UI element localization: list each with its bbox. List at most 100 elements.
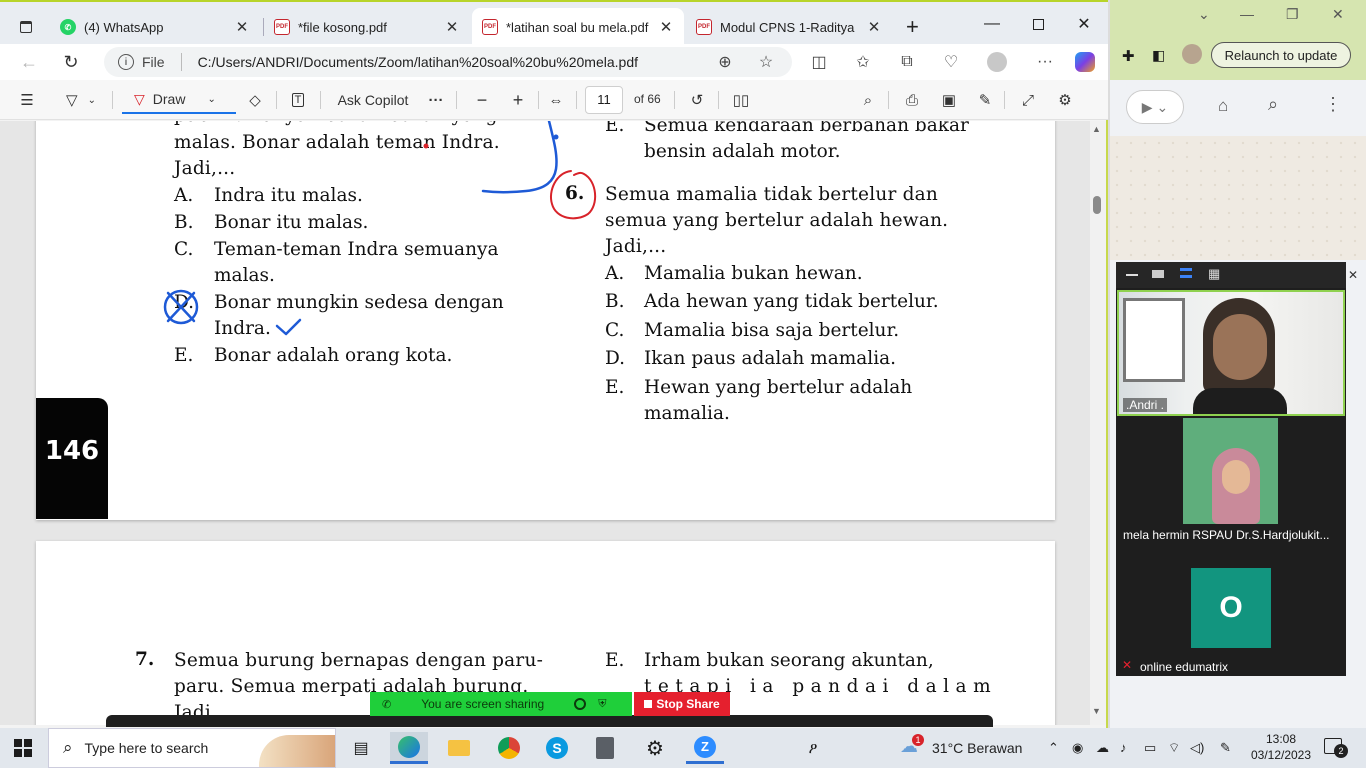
taskbar-zoom[interactable]: Z <box>686 732 724 764</box>
eraser-icon[interactable]: ◇ <box>243 86 267 114</box>
zoom-out-button[interactable]: − <box>470 86 494 114</box>
volume-icon[interactable]: ◁) <box>1190 740 1204 756</box>
battery-icon[interactable]: ▭ <box>1144 740 1156 756</box>
zoom-share-toolbar[interactable] <box>106 715 993 727</box>
extensions-heart-icon[interactable]: ♡ <box>940 51 962 73</box>
camera-icon[interactable]: ◉ <box>1072 740 1083 756</box>
participant-tile-andri[interactable]: .Andri . <box>1117 290 1345 416</box>
page-view-icon[interactable]: ▯▯ <box>728 86 754 114</box>
profile-avatar[interactable] <box>1182 44 1202 64</box>
scroll-down-icon[interactable]: ▼ <box>1092 706 1101 716</box>
video-call-icon[interactable]: ▶ ⌄ <box>1126 90 1184 124</box>
search-icon[interactable]: ⌕ <box>856 86 880 114</box>
speaker-view-icon[interactable] <box>1152 270 1164 278</box>
search-icon[interactable]: ⌕ <box>1268 94 1278 115</box>
wifi-icon[interactable]: ⌔ <box>1168 740 1180 756</box>
notification-center-button[interactable]: 2 <box>1324 736 1348 760</box>
participant-tile-mela[interactable]: mela hermin RSPAU Dr.S.Hardjolukit... <box>1116 418 1346 544</box>
minimize-icon[interactable] <box>1126 274 1138 276</box>
close-icon[interactable]: ✕ <box>444 18 460 36</box>
taskbar-people[interactable]: ዖ <box>794 732 832 764</box>
settings-gear-icon[interactable]: ⚙ <box>1053 86 1077 114</box>
fullscreen-icon[interactable]: ⤢ <box>1016 86 1040 114</box>
taskbar-edge[interactable] <box>390 732 428 764</box>
text-box-icon[interactable]: T <box>286 86 310 114</box>
print-icon[interactable]: ⎙ <box>900 86 924 114</box>
draw-button[interactable]: ▽ Draw ⌄ <box>122 86 236 114</box>
maximize-button[interactable] <box>1016 8 1060 40</box>
ink-annotations <box>163 121 596 336</box>
highlight-button[interactable]: ▽ ⌄ <box>58 86 104 114</box>
strip-view-icon[interactable] <box>1180 268 1192 278</box>
refresh-button[interactable]: ↻ <box>56 48 86 76</box>
taskbar-skype[interactable]: S <box>538 732 576 764</box>
scrollbar-thumb[interactable] <box>1093 196 1101 214</box>
close-icon[interactable]: ✕ <box>866 18 882 36</box>
pen-icon[interactable]: ✎ <box>1220 740 1231 756</box>
tab-actions-button[interactable] <box>10 8 42 46</box>
close-window-button[interactable]: ✕ <box>1062 8 1106 40</box>
zoom-in-button[interactable]: + <box>506 86 530 114</box>
relaunch-update-button[interactable]: Relaunch to update <box>1211 42 1351 68</box>
collections-icon[interactable]: ⧉ <box>896 51 918 73</box>
menu-dots-icon[interactable]: ⋮ <box>1324 94 1342 115</box>
defender-icon[interactable]: ☁ <box>1096 740 1109 756</box>
tab-modul-cpns[interactable]: PDF Modul CPNS 1-Raditya Panj ✕ <box>686 8 892 46</box>
taskbar-settings[interactable]: ⚙ <box>636 732 674 764</box>
participant-name: online edumatrix <box>1140 660 1229 674</box>
search-icon: ⌕ <box>63 738 73 757</box>
clock[interactable]: 13:08 03/12/2023 <box>1246 731 1316 763</box>
favorite-star-icon[interactable]: ☆ <box>755 51 777 73</box>
shop-icon[interactable]: ⌂ <box>1218 96 1228 116</box>
gallery-view-icon[interactable]: ▦ <box>1208 267 1220 280</box>
toolbar-divider <box>718 91 719 109</box>
info-icon[interactable]: i <box>118 54 134 70</box>
scroll-up-icon[interactable]: ▲ <box>1092 124 1101 134</box>
ask-copilot-button[interactable]: Ask Copilot <box>332 86 414 114</box>
stop-share-button[interactable]: Stop Share <box>634 692 730 716</box>
contents-icon[interactable]: ☰ <box>14 86 40 114</box>
close-icon[interactable]: ✕ <box>1348 268 1358 282</box>
tab-latihan-soal[interactable]: PDF *latihan soal bu mela.pdf ✕ <box>472 8 684 46</box>
address-field[interactable]: i File C:/Users/ANDRI/Documents/Zoom/lat… <box>104 47 792 77</box>
close-icon[interactable]: ✕ <box>1332 6 1344 23</box>
minimize-button[interactable]: — <box>970 8 1014 40</box>
rotate-icon[interactable]: ↺ <box>684 86 710 114</box>
weather-text[interactable]: 31°C Berawan <box>932 740 1022 756</box>
screen-sharing-indicator[interactable]: ✆ You are screen sharing ⛨ <box>370 692 632 716</box>
fit-width-icon[interactable]: ⇔ <box>543 86 569 114</box>
start-button[interactable] <box>4 732 42 764</box>
gear-icon: ⚙ <box>646 737 664 760</box>
pdf-viewer[interactable]: pabrik. Banyak buruh buruh yang malas. B… <box>0 121 1090 725</box>
restore-icon[interactable]: ❐ <box>1286 6 1299 23</box>
tab-whatsapp[interactable]: ✆ (4) WhatsApp ✕ <box>50 8 260 46</box>
save-as-icon[interactable]: ✎ <box>973 86 997 114</box>
close-icon[interactable]: ✕ <box>658 18 674 36</box>
favorites-icon[interactable]: ✩ <box>852 51 874 73</box>
task-view-button[interactable]: ▤ <box>342 732 380 764</box>
copilot-icon[interactable] <box>1074 51 1096 73</box>
save-icon[interactable]: ▣ <box>937 86 961 114</box>
settings-more-icon[interactable]: ··· <box>1034 51 1056 73</box>
taskbar-chrome[interactable] <box>490 732 528 764</box>
back-button[interactable]: ← <box>14 48 44 76</box>
chevron-down-icon[interactable]: ⌄ <box>1198 6 1210 23</box>
minimize-icon[interactable]: — <box>1240 6 1254 22</box>
chevron-up-icon[interactable]: ⌃ <box>1048 740 1059 756</box>
profile-avatar[interactable] <box>986 51 1008 73</box>
more-options-button[interactable]: ··· <box>424 86 448 114</box>
taskbar-search[interactable]: ⌕ Type here to search <box>48 728 336 768</box>
tab-file-kosong[interactable]: PDF *file kosong.pdf ✕ <box>264 8 470 46</box>
close-icon[interactable]: ✕ <box>234 18 250 36</box>
microphone-icon[interactable]: ♪ <box>1120 740 1127 755</box>
tab-label: Modul CPNS 1-Raditya Panj <box>720 19 858 35</box>
page-number-input[interactable]: 11 <box>585 86 623 114</box>
taskbar-file-explorer[interactable] <box>440 732 478 764</box>
new-tab-button[interactable]: + <box>896 8 926 46</box>
participant-tile-edumatrix[interactable]: O online edumatrix ✕ <box>1116 546 1346 676</box>
split-screen-icon[interactable]: ◫ <box>808 51 830 73</box>
zoom-icon[interactable]: ⊕ <box>714 51 736 73</box>
extensions-puzzle-icon[interactable]: ✚ <box>1122 47 1135 65</box>
taskbar-calculator[interactable] <box>586 732 624 764</box>
sidebar-icon[interactable]: ◧ <box>1152 47 1165 64</box>
